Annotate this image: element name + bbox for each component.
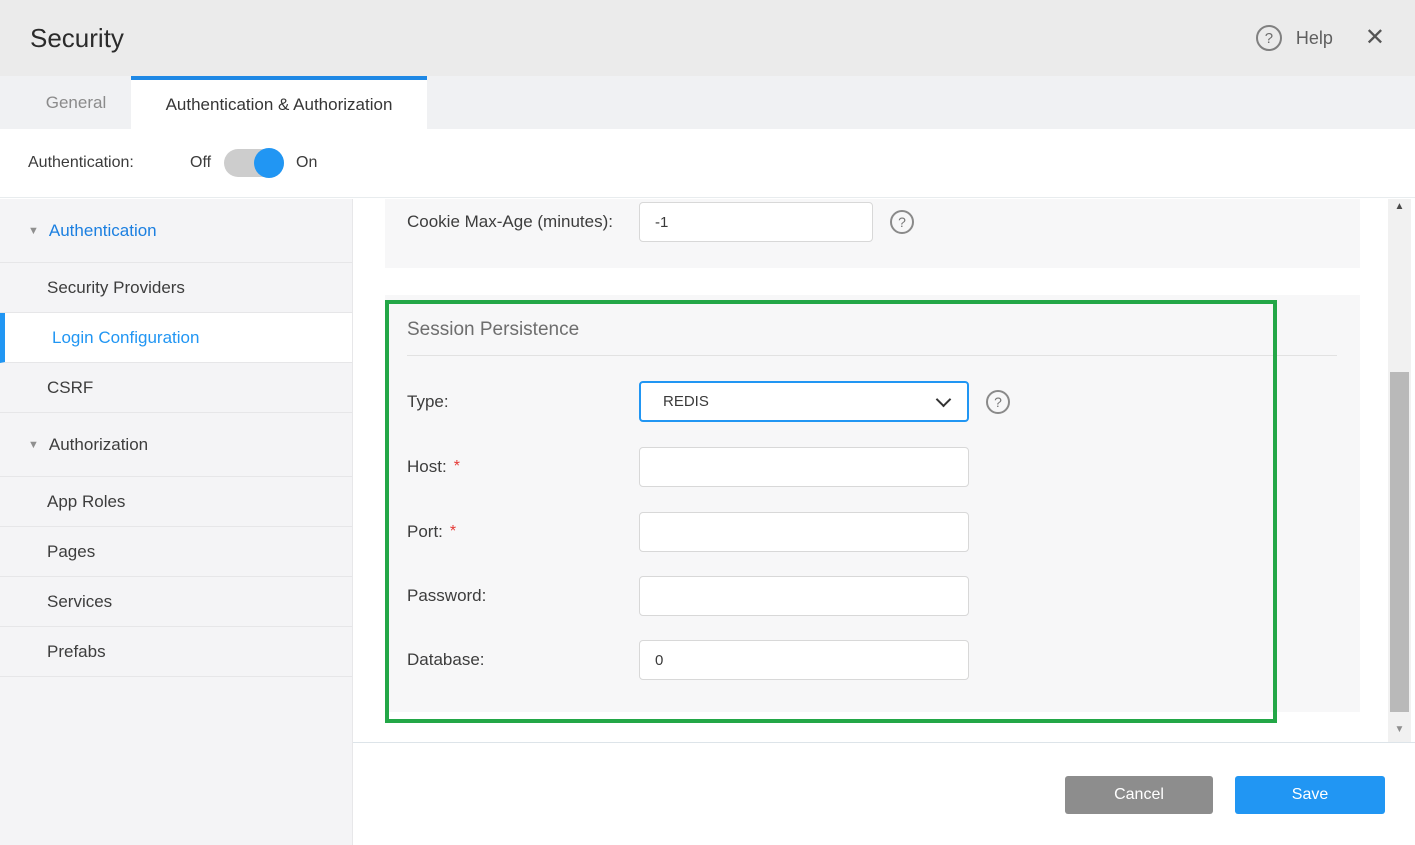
cookie-settings-panel: Cookie Max-Age (minutes): ? — [385, 199, 1360, 268]
sidebar-item-csrf[interactable]: CSRF — [0, 363, 352, 413]
sidebar-section-label: Authentication — [49, 221, 157, 241]
help-circle-icon[interactable]: ? — [890, 210, 914, 234]
port-label: Port: * — [407, 512, 456, 552]
port-input[interactable] — [639, 512, 969, 552]
sidebar-section-authorization[interactable]: ▼ Authorization — [0, 413, 352, 477]
tab-authentication-authorization[interactable]: Authentication & Authorization — [131, 76, 427, 129]
field-label-text: Port: — [407, 522, 443, 542]
dialog-header: Security ? Help ✕ — [0, 0, 1415, 76]
authentication-toggle[interactable] — [224, 149, 284, 177]
field-label-text: Database: — [407, 650, 485, 670]
required-asterisk: * — [450, 523, 456, 541]
help-button[interactable]: Help — [1296, 28, 1333, 49]
scrollbar-thumb[interactable] — [1390, 372, 1409, 712]
section-title: Session Persistence — [407, 319, 579, 341]
sidebar-item-login-configuration[interactable]: Login Configuration — [0, 313, 352, 363]
cancel-button[interactable]: Cancel — [1065, 776, 1213, 814]
field-label-text: Cookie Max-Age (minutes): — [407, 212, 613, 232]
expand-triangle-icon: ▼ — [28, 439, 39, 451]
close-icon[interactable]: ✕ — [1365, 26, 1385, 50]
sidebar-section-authentication[interactable]: ▼ Authentication — [0, 199, 352, 263]
dialog-footer: Cancel Save — [353, 742, 1415, 845]
vertical-scrollbar[interactable]: ▲ ▼ — [1388, 199, 1411, 742]
content-scroll-area: Cookie Max-Age (minutes): ? Session Pers… — [353, 199, 1388, 742]
sidebar-item-prefabs[interactable]: Prefabs — [0, 627, 352, 677]
sidebar-item-app-roles[interactable]: App Roles — [0, 477, 352, 527]
page-title: Security — [30, 0, 124, 76]
tab-general[interactable]: General — [21, 76, 131, 129]
required-asterisk: * — [454, 458, 460, 476]
sidebar-section-label: Authorization — [49, 435, 148, 455]
tab-bar: General Authentication & Authorization — [0, 76, 1415, 129]
section-divider — [407, 355, 1337, 356]
settings-sidebar: ▼ Authentication Security Providers Logi… — [0, 199, 353, 845]
session-persistence-panel: Session Persistence Type: REDIS ? Host: … — [385, 295, 1360, 712]
cookie-max-age-label: Cookie Max-Age (minutes): — [407, 202, 613, 242]
sidebar-item-services[interactable]: Services — [0, 577, 352, 627]
toggle-knob — [254, 148, 284, 178]
host-input[interactable] — [639, 447, 969, 487]
save-button[interactable]: Save — [1235, 776, 1385, 814]
type-label: Type: — [407, 381, 449, 422]
cookie-max-age-input[interactable] — [639, 202, 873, 242]
password-label: Password: — [407, 576, 486, 616]
field-label-text: Type: — [407, 392, 449, 412]
database-input[interactable] — [639, 640, 969, 680]
sidebar-item-pages[interactable]: Pages — [0, 527, 352, 577]
security-dialog: Security ? Help ✕ General Authentication… — [0, 0, 1415, 845]
type-select-value: REDIS — [641, 393, 938, 410]
authentication-toggle-label: Authentication: — [28, 154, 134, 172]
header-actions: ? Help ✕ — [1256, 0, 1385, 76]
password-input[interactable] — [639, 576, 969, 616]
help-circle-icon[interactable]: ? — [1256, 25, 1282, 51]
sidebar-item-security-providers[interactable]: Security Providers — [0, 263, 352, 313]
help-circle-icon[interactable]: ? — [986, 390, 1010, 414]
database-label: Database: — [407, 640, 485, 680]
chevron-down-icon — [936, 391, 952, 407]
field-label-text: Host: — [407, 457, 447, 477]
toggle-off-label: Off — [190, 154, 211, 172]
type-select[interactable]: REDIS — [639, 381, 969, 422]
toggle-on-label: On — [296, 154, 317, 172]
field-label-text: Password: — [407, 586, 486, 606]
host-label: Host: * — [407, 447, 460, 487]
expand-triangle-icon: ▼ — [28, 225, 39, 237]
scroll-up-icon[interactable]: ▲ — [1388, 201, 1411, 217]
scroll-down-icon[interactable]: ▼ — [1388, 724, 1411, 740]
authentication-toggle-row: Authentication: Off On — [0, 129, 1415, 198]
